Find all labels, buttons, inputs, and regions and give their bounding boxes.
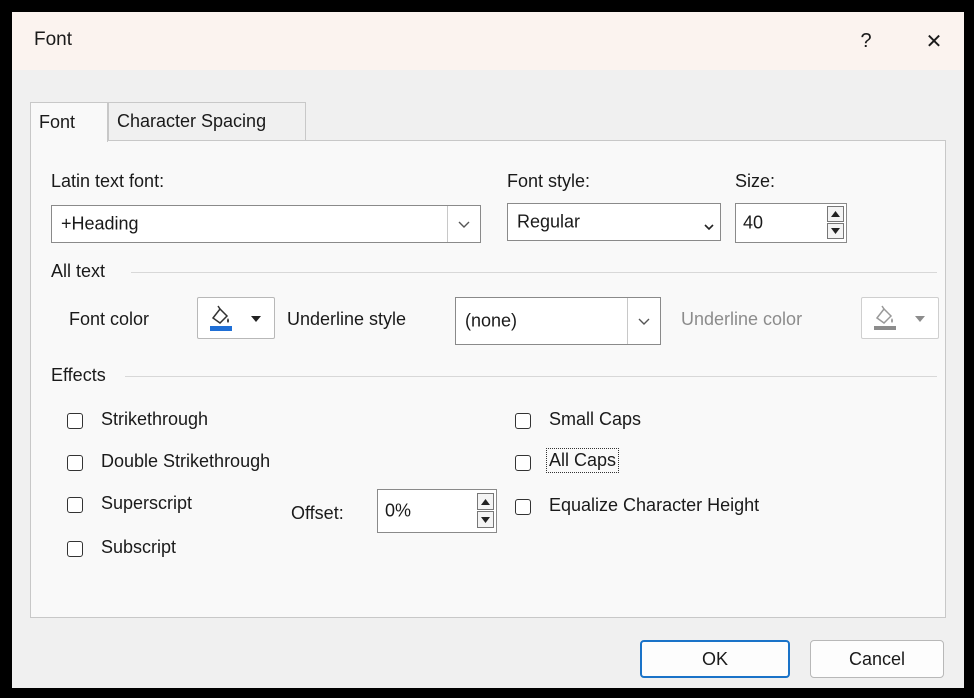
- tab-character-spacing-label: Character Spacing: [117, 111, 267, 131]
- offset-down-button[interactable]: [477, 511, 494, 528]
- font-color-label: Font color: [69, 309, 150, 329]
- caret-down-icon: [915, 316, 925, 322]
- underline-color-button[interactable]: [861, 297, 939, 339]
- font-tab-panel: Latin text font: +Heading Font style: Re…: [30, 140, 946, 618]
- strikethrough-checkbox[interactable]: [67, 413, 83, 429]
- tab-font[interactable]: Font: [30, 102, 108, 142]
- equalize-character-height-checkbox[interactable]: [515, 499, 531, 515]
- small-caps-label: Small Caps: [549, 409, 642, 429]
- latin-font-value: +Heading: [61, 213, 139, 234]
- font-color-button[interactable]: [197, 297, 275, 339]
- size-down-button[interactable]: [827, 223, 844, 239]
- strikethrough-label: Strikethrough: [101, 409, 209, 429]
- chevron-down-icon[interactable]: [627, 298, 660, 344]
- underline-style-combobox[interactable]: (none): [455, 297, 661, 345]
- tab-character-spacing[interactable]: Character Spacing: [108, 102, 306, 140]
- chevron-down-icon: [704, 216, 714, 237]
- effects-group-label: Effects: [51, 365, 106, 385]
- help-button[interactable]: ?: [842, 22, 890, 60]
- size-label: Size:: [735, 171, 776, 191]
- paint-bucket-icon: [210, 305, 232, 331]
- cancel-button[interactable]: Cancel: [810, 640, 944, 678]
- all-caps-checkbox[interactable]: [515, 455, 531, 471]
- chevron-down-icon[interactable]: [447, 206, 480, 242]
- double-strikethrough-checkbox[interactable]: [67, 455, 83, 471]
- latin-font-combobox[interactable]: +Heading: [51, 205, 481, 243]
- close-icon: ✕: [925, 30, 943, 53]
- help-icon: ?: [860, 29, 872, 52]
- offset-up-button[interactable]: [477, 493, 494, 510]
- tab-font-label: Font: [39, 112, 76, 132]
- size-value: 40: [743, 212, 764, 233]
- paint-bucket-icon: [874, 305, 896, 330]
- group-divider: [131, 272, 937, 273]
- font-style-select[interactable]: Regular: [507, 203, 721, 241]
- underline-style-label: Underline style: [287, 309, 407, 329]
- offset-stepper[interactable]: 0%: [377, 489, 497, 533]
- dialog-title: Font: [34, 29, 73, 50]
- ok-button[interactable]: OK: [640, 640, 790, 678]
- group-divider: [125, 376, 937, 377]
- subscript-label: Subscript: [101, 537, 177, 557]
- font-dialog: Font ? ✕ Font Character Spacing Latin te…: [12, 12, 964, 688]
- font-style-label: Font style:: [507, 171, 591, 191]
- subscript-checkbox[interactable]: [67, 541, 83, 557]
- superscript-label: Superscript: [101, 493, 193, 513]
- superscript-checkbox[interactable]: [67, 497, 83, 513]
- caret-down-icon: [251, 316, 261, 322]
- size-up-button[interactable]: [827, 206, 844, 222]
- offset-label: Offset:: [291, 503, 344, 523]
- close-button[interactable]: ✕: [910, 22, 958, 60]
- title-bar: Font ? ✕: [12, 12, 964, 70]
- size-stepper[interactable]: 40: [735, 203, 847, 243]
- font-style-value: Regular: [517, 211, 581, 232]
- underline-color-label: Underline color: [681, 309, 803, 329]
- equalize-character-height-label: Equalize Character Height: [549, 495, 760, 515]
- all-text-group-label: All text: [51, 261, 106, 281]
- all-caps-label: All Caps: [545, 448, 620, 473]
- double-strikethrough-label: Double Strikethrough: [101, 451, 271, 471]
- offset-value: 0%: [385, 500, 412, 521]
- small-caps-checkbox[interactable]: [515, 413, 531, 429]
- underline-style-value: (none): [465, 310, 518, 331]
- latin-font-label: Latin text font:: [51, 171, 165, 191]
